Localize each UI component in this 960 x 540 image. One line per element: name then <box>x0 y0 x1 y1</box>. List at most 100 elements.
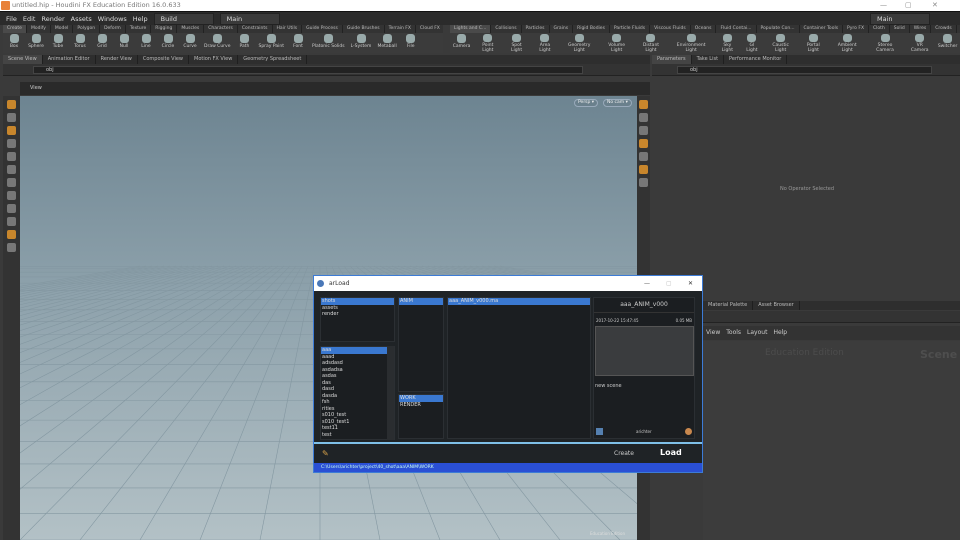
minimize-button[interactable]: — <box>880 0 887 11</box>
maximize-button[interactable]: ▢ <box>905 0 912 11</box>
tool-geometry-light[interactable]: Geometry Light <box>559 33 599 53</box>
tool-ambient-light[interactable]: Ambient Light <box>829 33 866 53</box>
shelf-tab-constraints[interactable]: Constraints <box>238 25 273 33</box>
param-path-field[interactable]: obj <box>677 66 932 74</box>
tool-spray-paint[interactable]: Spray Paint <box>255 33 287 53</box>
tool-font[interactable]: Font <box>287 33 309 53</box>
tool-box[interactable]: Box <box>3 33 25 53</box>
tool-draw-curve[interactable]: Draw Curve <box>201 33 233 53</box>
light-icon[interactable] <box>639 139 648 148</box>
desktop-build-select[interactable]: Build <box>153 12 214 25</box>
file-aaa-anim-v000-ma[interactable]: aaa_ANIM_v000.ma <box>448 298 590 305</box>
tool-distant-light[interactable]: Distant Light <box>634 33 668 53</box>
tool-path[interactable]: Path <box>233 33 255 53</box>
scale-tool-icon[interactable] <box>7 165 16 174</box>
shelf-tab-cloth[interactable]: Cloth <box>869 25 890 33</box>
tool-platonic-solids[interactable]: Platonic Solids <box>309 33 348 53</box>
tool-line[interactable]: Line <box>135 33 157 53</box>
persp-menu[interactable]: Persp ▾ <box>574 99 599 107</box>
tool-portal-light[interactable]: Portal Light <box>798 33 829 53</box>
menu-edit[interactable]: Edit <box>23 15 36 23</box>
menu-help[interactable]: Help <box>133 15 148 23</box>
shelf-tab-rigging[interactable]: Rigging <box>151 25 178 33</box>
snap-toggle-icon[interactable] <box>7 230 16 239</box>
shelf-tab-texture[interactable]: Texture <box>126 25 152 33</box>
tab-animation-editor[interactable]: Animation Editor <box>43 55 96 64</box>
view-tool-icon[interactable] <box>7 152 16 161</box>
tool-switcher[interactable]: Switcher <box>935 33 960 53</box>
shelf-tab-create[interactable]: Create <box>3 25 27 33</box>
dialog-maximize[interactable]: ▢ <box>666 276 672 291</box>
load-button[interactable]: Load <box>660 448 682 457</box>
shelf-tab-guide-brushes[interactable]: Guide Brushes <box>343 25 385 33</box>
network-menu-help[interactable]: Help <box>773 326 787 340</box>
display-options-icon[interactable] <box>639 100 648 109</box>
tool-torus[interactable]: Torus <box>69 33 91 53</box>
type-render[interactable]: render <box>321 311 394 318</box>
points-icon[interactable] <box>639 178 648 187</box>
item-list-scrollbar[interactable] <box>387 346 394 440</box>
tool-caustic-light[interactable]: Caustic Light <box>763 33 797 53</box>
tool-circle[interactable]: Circle <box>157 33 179 53</box>
shelf-tab-deform[interactable]: Deform <box>100 25 126 33</box>
pin-tool-icon[interactable] <box>7 191 16 200</box>
shelf-tab-grains[interactable]: Grains <box>550 25 574 33</box>
transform-tool-icon[interactable] <box>7 113 16 122</box>
tool-volume-light[interactable]: Volume Light <box>599 33 634 53</box>
subfolder-render[interactable]: RENDER <box>399 402 443 409</box>
tool-spot-light[interactable]: Spot Light <box>502 33 530 53</box>
shelf-tab-rigid-bodies[interactable]: Rigid Bodies <box>573 25 610 33</box>
shelf-tab-modify[interactable]: Modify <box>27 25 51 33</box>
network-menu-tools[interactable]: Tools <box>726 326 741 340</box>
network-editor[interactable]: Education Edition Scene <box>703 341 960 540</box>
shelf-tab-hair-utils[interactable]: Hair Utils <box>273 25 303 33</box>
tab-motion-fx-view[interactable]: Motion FX View <box>189 55 239 64</box>
shelf-tab-pyro-fx[interactable]: Pyro FX <box>843 25 870 33</box>
tool-tube[interactable]: Tube <box>47 33 69 53</box>
shelf-tab-particles[interactable]: Particles <box>522 25 550 33</box>
tab-scene-view[interactable]: Scene View <box>3 55 43 64</box>
shelf-tab-populate-con[interactable]: Populate Con... <box>757 25 800 33</box>
item-test[interactable]: test <box>321 432 394 439</box>
background-icon[interactable] <box>639 165 648 174</box>
shelf-tab-crowds[interactable]: Crowds <box>931 25 957 33</box>
lock-icon[interactable] <box>639 113 648 122</box>
network-menu-layout[interactable]: Layout <box>747 326 767 340</box>
menu-render[interactable]: Render <box>41 15 64 23</box>
create-button[interactable]: Create <box>614 450 634 457</box>
task-anim[interactable]: ANIM <box>399 298 443 305</box>
shelf-tab-cloud-fx[interactable]: Cloud FX <box>416 25 443 33</box>
shelf-tab-lights-and-c[interactable]: Lights and C... <box>450 25 492 33</box>
ghost-icon[interactable] <box>639 152 648 161</box>
tool-vr-camera[interactable]: VR Camera <box>904 33 935 53</box>
rotate-tool-icon[interactable] <box>7 178 16 187</box>
grid-icon[interactable] <box>7 243 16 252</box>
shelf-tab-muscles[interactable]: Muscles <box>177 25 205 33</box>
shelf-tab-model[interactable]: Model <box>51 25 74 33</box>
tool-sky-light[interactable]: Sky Light <box>714 33 740 53</box>
shelf-tab-fluid-contai[interactable]: Fluid Contai... <box>716 25 757 33</box>
shelf-tab-collisions[interactable]: Collisions <box>491 25 522 33</box>
tab-composite-view[interactable]: Composite View <box>138 55 189 64</box>
tab-take-list[interactable]: Take List <box>692 55 725 64</box>
tab-material-palette[interactable]: Material Palette <box>703 301 754 310</box>
magnet-tool-icon[interactable] <box>7 217 16 226</box>
tool-point-light[interactable]: Point Light <box>473 33 502 53</box>
menu-assets[interactable]: Assets <box>71 15 92 23</box>
tool-area-light[interactable]: Area Light <box>531 33 559 53</box>
tool-environment-light[interactable]: Environment Light <box>668 33 714 53</box>
tab-performance-monitor[interactable]: Performance Monitor <box>724 55 788 64</box>
close-button[interactable]: ✕ <box>932 0 938 11</box>
tool-grid[interactable]: Grid <box>91 33 113 53</box>
tab-render-view[interactable]: Render View <box>96 55 138 64</box>
shelf-tab-wires[interactable]: Wires <box>910 25 932 33</box>
shading-icon[interactable] <box>639 126 648 135</box>
tool-null[interactable]: Null <box>113 33 135 53</box>
tool-l-system[interactable]: L-System <box>348 33 375 53</box>
handle-tool-icon[interactable] <box>7 126 16 135</box>
shelf-tab-solid[interactable]: Solid <box>890 25 910 33</box>
path-field[interactable]: obj <box>33 66 583 74</box>
pose-tool-icon[interactable] <box>7 139 16 148</box>
snap-tool-icon[interactable] <box>7 204 16 213</box>
edit-pencil-icon[interactable]: ✎ <box>322 449 329 458</box>
